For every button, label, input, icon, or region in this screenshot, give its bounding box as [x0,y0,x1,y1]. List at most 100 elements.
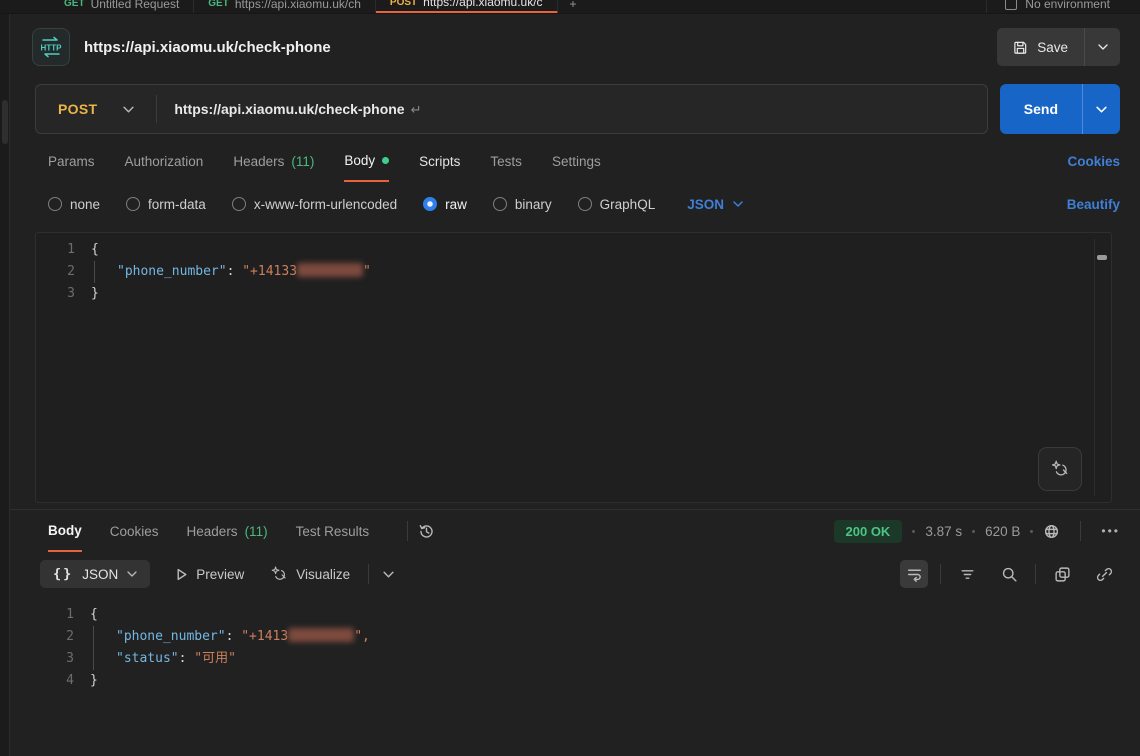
response-history-button[interactable] [418,523,435,540]
method-label: POST [58,101,97,117]
request-section-tabs: Params Authorization Headers(11) Body Sc… [10,140,1140,182]
word-wrap-icon [906,566,923,583]
http-protocol-icon: HTTP [32,28,70,66]
share-link-button[interactable] [1090,560,1118,588]
tab-params[interactable]: Params [48,140,95,182]
beautify-link[interactable]: Beautify [1067,197,1120,212]
format-selector[interactable]: JSON [687,197,743,212]
response-time[interactable]: 3.87 s [925,524,962,539]
code-line: { [90,604,1112,626]
url-value: https://api.xiaomu.uk/check-phone [174,101,404,117]
request-body-code[interactable]: { "phone_number": "+14133" } [91,239,1111,305]
editor-scrollbar[interactable] [1094,239,1108,496]
radio-raw-selected[interactable]: raw [423,197,467,212]
environment-label: No environment [1025,0,1110,11]
separator-dot [912,530,915,533]
method-badge: GET [208,0,229,9]
response-tab-body[interactable]: Body [48,510,82,552]
floppy-save-icon [1013,40,1028,55]
chevron-down-icon [733,201,743,207]
request-tab-3-active[interactable]: POST https://api.xiaomu.uk/c [376,0,558,14]
svg-text:HTTP: HTTP [41,44,63,53]
indent-guide [93,626,94,670]
braces-icon: {} [53,566,73,582]
url-bar: POST https://api.xiaomu.uk/check-phone↵ [35,84,988,134]
response-format-selector[interactable]: {} JSON [40,560,150,588]
response-headers-count: (11) [245,524,268,539]
response-tab-cookies[interactable]: Cookies [110,510,159,552]
request-body-editor[interactable]: 1 2 3 { "phone_number": "+14133" } [35,232,1112,503]
more-options-button[interactable]: ••• [1101,524,1120,538]
request-tab-label: Untitled Request [91,0,180,11]
response-size[interactable]: 620 B [985,524,1020,539]
radio-none[interactable]: none [48,197,100,212]
search-icon [1001,566,1018,583]
tab-headers[interactable]: Headers(11) [233,140,314,182]
method-selector[interactable]: POST [36,101,156,117]
headers-count: (11) [291,154,314,169]
copy-icon [1054,566,1071,583]
request-tab-1[interactable]: GET Untitled Request [50,0,194,14]
response-section-tabs: Body Cookies Headers(11) Test Results 20… [10,510,1140,552]
clock-history-icon [418,523,435,540]
radio-graphql[interactable]: GraphQL [578,197,656,212]
format-label: JSON [687,197,724,212]
send-button[interactable]: Send [1000,84,1082,134]
filter-icon [959,566,976,583]
response-toolbar: {} JSON Preview Visualize [10,552,1140,596]
divider [368,564,369,584]
code-line: } [91,283,1111,305]
postman-app: GET Untitled Request GET https://api.xia… [0,0,1140,756]
chevron-down-icon [127,571,137,577]
radio-binary[interactable]: binary [493,197,552,212]
request-title: https://api.xiaomu.uk/check-phone [84,39,331,56]
response-tab-test-results[interactable]: Test Results [296,510,370,552]
tab-authorization[interactable]: Authorization [125,140,204,182]
save-label: Save [1037,40,1068,55]
divider [940,564,941,584]
scrollbar-thumb[interactable] [1097,255,1107,260]
visualize-button[interactable]: Visualize [270,565,350,583]
postbot-fix-button[interactable] [1038,447,1082,491]
collapsed-sidebar-rail[interactable] [0,14,10,756]
globe-network-icon[interactable] [1043,523,1060,540]
environment-selector[interactable]: No environment [986,0,1140,14]
filter-button[interactable] [953,560,981,588]
request-header: HTTP https://api.xiaomu.uk/check-phone S… [10,14,1140,80]
sparkle-circle-icon [270,565,288,583]
save-options-chevron[interactable] [1084,28,1120,66]
preview-button[interactable]: Preview [176,567,244,582]
response-meta: 200 OK 3.87 s 620 B ••• [834,520,1120,543]
code-line: { [91,239,1111,261]
search-response-button[interactable] [995,560,1023,588]
radio-x-www-form-urlencoded[interactable]: x-www-form-urlencoded [232,197,397,212]
method-badge: GET [64,0,85,9]
save-button[interactable]: Save [997,28,1084,66]
divider [407,521,408,541]
response-tab-headers[interactable]: Headers(11) [187,510,268,552]
url-input[interactable]: https://api.xiaomu.uk/check-phone↵ [157,101,421,118]
tab-body[interactable]: Body [344,140,389,182]
wrap-lines-button[interactable] [900,560,928,588]
send-options-chevron[interactable] [1082,84,1120,134]
response-format-label: JSON [82,567,118,582]
request-tab-2[interactable]: GET https://api.xiaomu.uk/ch [194,0,376,14]
response-body-viewer[interactable]: 1 2 3 4 { "phone_number": "+1413", "stat… [35,598,1112,746]
chevron-down-icon [123,106,134,113]
tab-scripts[interactable]: Scripts [419,140,460,182]
radio-form-data[interactable]: form-data [126,197,206,212]
tab-settings[interactable]: Settings [552,140,601,182]
send-split-button: Send [1000,84,1120,134]
status-badge[interactable]: 200 OK [834,520,903,543]
radio-icon [493,197,507,211]
tab-tests[interactable]: Tests [490,140,522,182]
indent-guide [94,261,95,283]
separator-dot [1030,530,1033,533]
more-formats-chevron[interactable] [383,571,394,578]
response-body-code[interactable]: { "phone_number": "+1413", "status": "可用… [90,604,1112,692]
copy-response-button[interactable] [1048,560,1076,588]
cookies-link[interactable]: Cookies [1067,154,1120,169]
new-tab-button[interactable]: + [558,0,589,11]
request-tab-label: https://api.xiaomu.uk/ch [235,0,361,11]
sidebar-drag-handle[interactable] [2,100,8,144]
